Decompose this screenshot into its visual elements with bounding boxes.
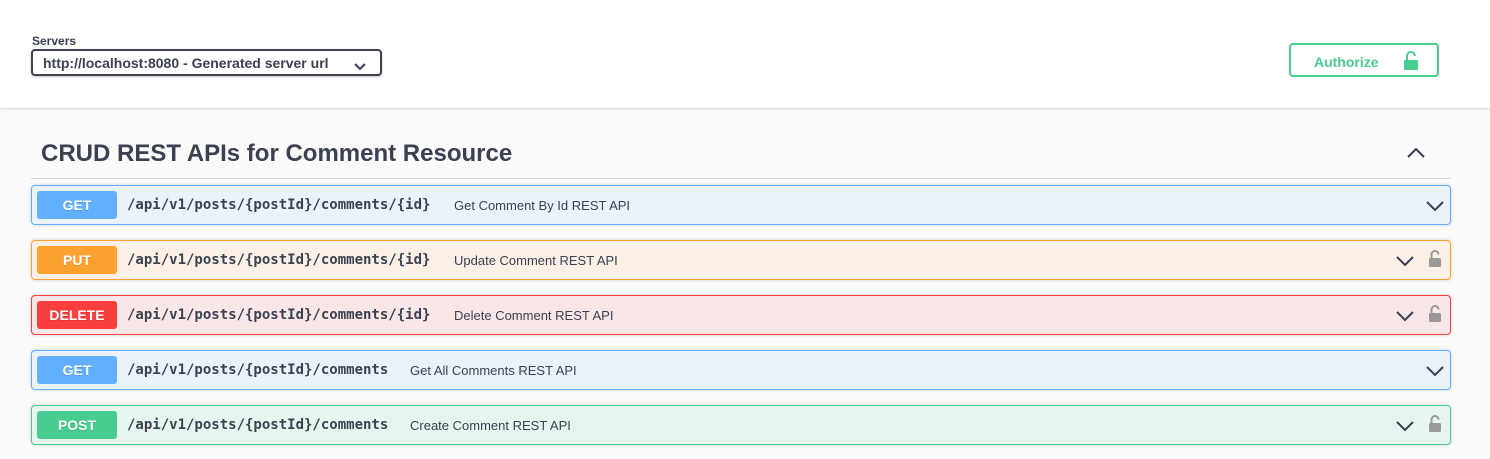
authorize-button[interactable]: Authorize bbox=[1289, 43, 1439, 77]
chevron-down-icon[interactable] bbox=[1426, 364, 1444, 382]
chevron-down-icon[interactable] bbox=[1396, 309, 1414, 327]
operation-path: /api/v1/posts/{postId}/comments bbox=[127, 362, 389, 378]
operation-update-comment[interactable]: PUT /api/v1/posts/{postId}/comments/{id}… bbox=[31, 240, 1451, 280]
unlocked-icon[interactable] bbox=[1428, 305, 1442, 328]
unlocked-icon bbox=[1403, 51, 1419, 74]
method-badge: POST bbox=[37, 411, 117, 439]
servers-label: Servers bbox=[32, 34, 77, 48]
operation-path: /api/v1/posts/{postId}/comments bbox=[127, 417, 389, 433]
tag-section: CRUD REST APIs for Comment Resource bbox=[31, 130, 1451, 179]
operation-summary: Get All Comments REST API bbox=[410, 363, 577, 378]
tag-header[interactable]: CRUD REST APIs for Comment Resource bbox=[31, 130, 1451, 179]
operation-summary: Create Comment REST API bbox=[410, 418, 571, 433]
method-badge: PUT bbox=[37, 246, 117, 274]
server-select-value: http://localhost:8080 - Generated server… bbox=[43, 54, 329, 71]
operation-path: /api/v1/posts/{postId}/comments/{id} bbox=[127, 307, 431, 323]
operation-get-all-comments[interactable]: GET /api/v1/posts/{postId}/comments Get … bbox=[31, 350, 1451, 390]
tag-title: CRUD REST APIs for Comment Resource bbox=[41, 140, 513, 167]
chevron-down-icon bbox=[354, 58, 366, 74]
chevron-down-icon[interactable] bbox=[1426, 199, 1444, 217]
method-badge: GET bbox=[37, 356, 117, 384]
chevron-up-icon[interactable] bbox=[1407, 146, 1425, 164]
operation-delete-comment[interactable]: DELETE /api/v1/posts/{postId}/comments/{… bbox=[31, 295, 1451, 335]
unlocked-icon[interactable] bbox=[1428, 250, 1442, 273]
scheme-container: Servers http://localhost:8080 - Generate… bbox=[0, 0, 1490, 108]
unlocked-icon[interactable] bbox=[1428, 415, 1442, 438]
operation-get-comment-by-id[interactable]: GET /api/v1/posts/{postId}/comments/{id}… bbox=[31, 185, 1451, 225]
authorize-label: Authorize bbox=[1314, 54, 1379, 70]
method-badge: GET bbox=[37, 191, 117, 219]
chevron-down-icon[interactable] bbox=[1396, 254, 1414, 272]
method-badge: DELETE bbox=[37, 301, 117, 329]
operation-path: /api/v1/posts/{postId}/comments/{id} bbox=[127, 252, 431, 268]
server-select[interactable]: http://localhost:8080 - Generated server… bbox=[31, 49, 382, 76]
operation-path: /api/v1/posts/{postId}/comments/{id} bbox=[127, 197, 431, 213]
operation-summary: Update Comment REST API bbox=[454, 253, 618, 268]
operation-create-comment[interactable]: POST /api/v1/posts/{postId}/comments Cre… bbox=[31, 405, 1451, 445]
operation-summary: Delete Comment REST API bbox=[454, 308, 614, 323]
chevron-down-icon[interactable] bbox=[1396, 419, 1414, 437]
operation-summary: Get Comment By Id REST API bbox=[454, 198, 631, 213]
